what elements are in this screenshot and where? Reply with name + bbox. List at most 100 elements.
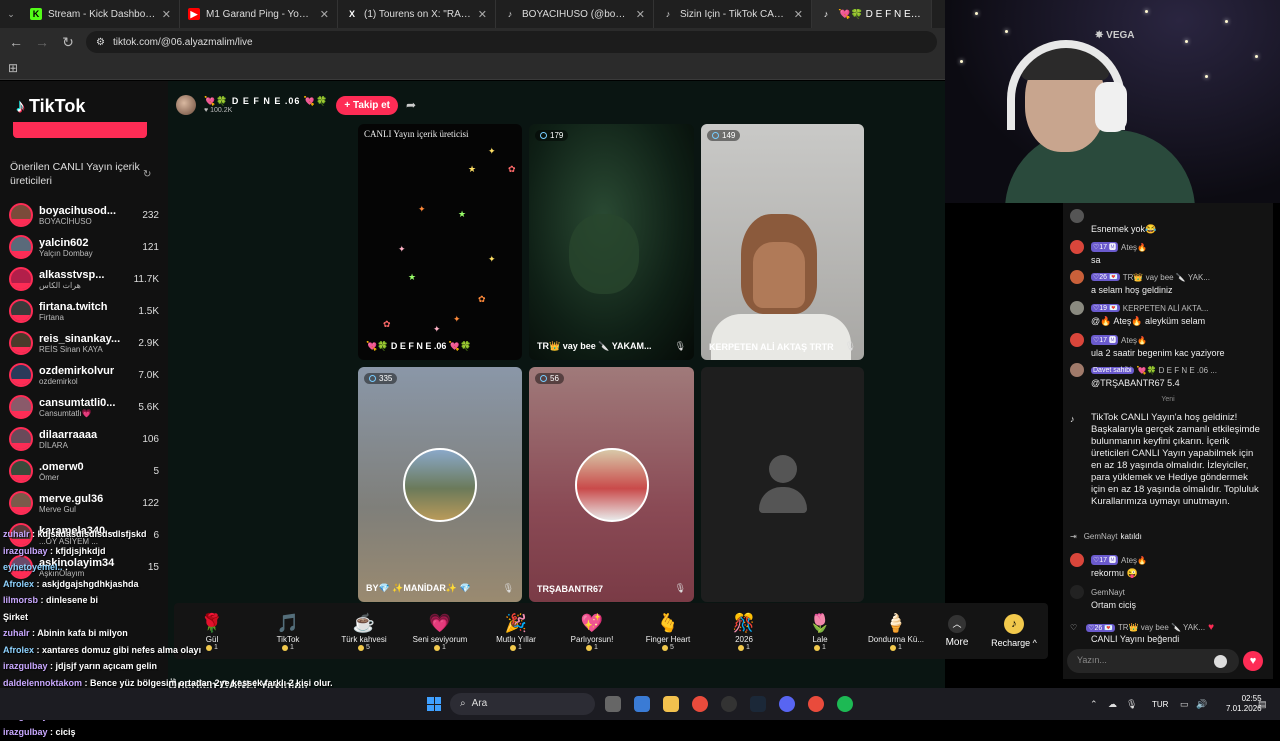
language-indicator[interactable]: TUR [1152, 700, 1168, 709]
chat-user[interactable]: KERPETEN ALİ AKTA... [1123, 304, 1209, 313]
multi-guest-tile-host[interactable]: CANLI Yayın içerik üreticisi ✦ ★ ✿ ✦ ★ ✦… [358, 124, 522, 360]
network-icon[interactable]: ▭ [1180, 699, 1189, 710]
login-button[interactable] [13, 122, 147, 138]
url-text: tiktok.com/@06.alyazmalim/live [112, 36, 253, 48]
emoji-icon[interactable] [1214, 655, 1227, 668]
gift-item[interactable]: 🎉 Mutlu Yıllar 1 [478, 611, 554, 651]
share-icon[interactable]: ➦ [406, 98, 416, 112]
creator-row[interactable]: yalcin602 Yalçın Dombay 121 [9, 232, 159, 262]
creator-row[interactable]: alkasstvsp... هرات الكاس 11.7K [9, 264, 159, 294]
creator-row[interactable]: cansumtatli0... Cansumtatlı💗 5.6K [9, 392, 159, 422]
join-user[interactable]: GemNayt [1084, 532, 1118, 541]
tiktok-logo[interactable]: ♪ TikTok [16, 96, 85, 117]
gift-item[interactable]: 💗 Seni seviyorum 1 [402, 611, 478, 651]
discord-icon[interactable] [779, 696, 795, 712]
recharge-button[interactable]: ♪ Recharge ^ [984, 614, 1044, 648]
tab-kick[interactable]: K Stream - Kick Dashboard ✕ [22, 0, 180, 28]
overlay-chat-user: irazgulbay [3, 545, 48, 556]
gift-item[interactable]: 💖 Parlıyorsun! 1 [554, 611, 630, 651]
chevron-up-icon[interactable]: ⌃ [1090, 699, 1098, 710]
follow-button[interactable]: + Takip et [336, 95, 399, 115]
chat-avatar[interactable] [1070, 333, 1084, 347]
mic-icon[interactable]: 🎙 [1126, 699, 1137, 710]
creator-row[interactable]: dilaarraaaa DİLARA 106 [9, 424, 159, 454]
chat-avatar[interactable] [1070, 240, 1084, 254]
chat-user[interactable]: Ateş🔥 [1121, 243, 1147, 252]
chat-text: @🔥 Ateş🔥 aleyküm selam [1091, 316, 1206, 326]
tab-tiktok-foryou[interactable]: ♪ Sizin İçin - TikTok CANLI Yayın ✕ [654, 0, 812, 28]
tab-tiktok-boyaci[interactable]: ♪ BOYACİHUSO (@boyacihusoda ✕ [496, 0, 654, 28]
creator-row[interactable]: boyacihusod... BOYACİHUSO 232 [9, 200, 159, 230]
taskbar-search[interactable]: ⌕ Ara [450, 693, 595, 715]
mic-off-icon: 🎙 [502, 583, 514, 593]
chat-avatar[interactable] [1070, 553, 1084, 567]
host-avatar[interactable] [176, 95, 196, 115]
empty-guest-slot[interactable] [701, 367, 864, 602]
chat-avatar[interactable] [1070, 270, 1084, 284]
reload-icon[interactable]: ↻ [60, 34, 76, 51]
fairy-light [1205, 75, 1208, 78]
tab-x[interactable]: X (1) Tourens on X: "RAZER, oyun ✕ [338, 0, 496, 28]
creator-row[interactable]: reis_sinankay... REİS Sinan KAYA 2.9K [9, 328, 159, 358]
close-tab-icon[interactable]: ✕ [478, 8, 487, 21]
multi-guest-tile[interactable]: 179 TR👑 vay bee 🔪 YAKAM... 🎙 [529, 124, 694, 360]
system-text: TikTok CANLI Yayın'a hoş geldiniz! Başka… [1091, 412, 1260, 507]
chat-avatar[interactable] [1070, 585, 1084, 599]
chrome-icon[interactable] [692, 696, 708, 712]
creator-row[interactable]: firtana.twitch Firtana 1.5K [9, 296, 159, 326]
creator-name: dilaarraaaa [39, 428, 98, 441]
creator-row[interactable]: ozdemirkolvur ozdemirkol 7.0K [9, 360, 159, 390]
back-icon[interactable]: ← [8, 34, 24, 50]
task-view-icon[interactable] [605, 696, 621, 712]
refresh-icon[interactable]: ↻ [143, 169, 151, 180]
chat-user[interactable]: Ateş🔥 [1121, 336, 1147, 345]
tab-tiktok-live[interactable]: ♪ 💘🍀 D E F N E .06 🍀💘 (@ [812, 0, 932, 28]
onedrive-icon[interactable]: ☁ [1108, 699, 1117, 710]
windows-start-icon[interactable] [427, 697, 441, 711]
gift-item[interactable]: 🍦 Dondurma Kü... 1 [858, 611, 934, 651]
gift-item[interactable]: 🫰 Finger Heart 5 [630, 611, 706, 651]
multi-guest-tile[interactable]: 149 KERPETEN ALİ AKTAŞ TRTR 🎙 [701, 124, 864, 360]
chat-avatar[interactable] [1070, 209, 1084, 223]
chat-user[interactable]: 💘🍀 D E F N E .06 ... [1137, 366, 1217, 375]
forward-icon[interactable]: → [34, 34, 50, 50]
gift-item[interactable]: 🎊 2026 1 [706, 611, 782, 651]
gift-price: 1 [510, 644, 522, 651]
chat-user[interactable]: TR👑 vay bee 🔪 YAK... [1123, 273, 1210, 282]
host-name[interactable]: 💘🍀 D E F N E .06 💘🍀 [204, 96, 328, 107]
tab-search-button[interactable]: ⌄ [0, 0, 22, 28]
chat-avatar[interactable] [1070, 363, 1084, 377]
apps-grid-icon[interactable]: ⊞ [8, 61, 18, 75]
chat-user[interactable]: TR👑 vay bee 🔪 YAK... [1118, 623, 1205, 632]
close-tab-icon[interactable]: ✕ [636, 8, 645, 21]
chrome-icon[interactable] [808, 696, 824, 712]
volume-icon[interactable]: 🔊 [1196, 699, 1207, 710]
close-tab-icon[interactable]: ✕ [320, 8, 329, 21]
creator-row[interactable]: merve.gul36 Merve Gul 122 [9, 488, 159, 518]
multi-guest-tile[interactable]: 56 TRŞABANTR67 🎙 [529, 367, 694, 602]
steam-icon[interactable] [750, 696, 766, 712]
close-tab-icon[interactable]: ✕ [794, 8, 803, 21]
overlay-chat-text: askjdgajshgdhkjashda [42, 578, 139, 589]
url-field[interactable]: ⚙ tiktok.com/@06.alyazmalim/live [86, 31, 937, 53]
tab-youtube[interactable]: ▶ M1 Garand Ping - YouTube ✕ [180, 0, 338, 28]
like-heart-button[interactable]: ♥ [1243, 651, 1263, 671]
creator-text: .omerw0 Ömer [39, 461, 149, 482]
file-explorer-icon[interactable] [663, 696, 679, 712]
notification-icon[interactable]: ▤ [1258, 699, 1267, 710]
taskbar-clock[interactable]: 02:55 7.01.2026 [1226, 694, 1262, 714]
headphone-cup [1095, 82, 1127, 132]
chat-avatar[interactable] [1070, 301, 1084, 315]
chat-user[interactable]: Ateş🔥 [1121, 556, 1147, 565]
gift-item[interactable]: 🌷 Lale 1 [782, 611, 858, 651]
site-info-icon[interactable]: ⚙ [96, 37, 105, 48]
store-icon[interactable] [634, 696, 650, 712]
chat-user[interactable]: GemNayt [1091, 588, 1125, 597]
more-gifts-button[interactable]: ︿ More [934, 614, 980, 648]
close-tab-icon[interactable]: ✕ [162, 8, 171, 21]
creator-row[interactable]: .omerw0 Ömer 5 [9, 456, 159, 486]
spotify-icon[interactable] [837, 696, 853, 712]
address-bar-row: ← → ↻ ⚙ tiktok.com/@06.alyazmalim/live [0, 28, 945, 56]
multi-guest-tile[interactable]: 335 BY💎 ✨MANİDAR✨ 💎 🎙 [358, 367, 522, 602]
app-icon[interactable] [721, 696, 737, 712]
